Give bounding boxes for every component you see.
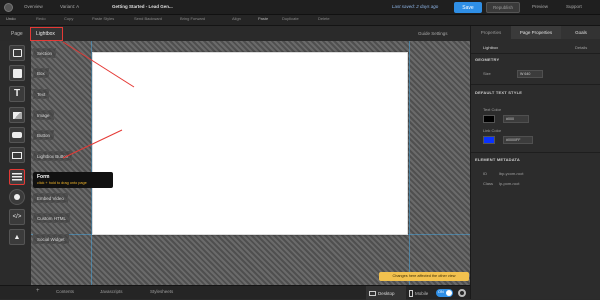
link-color-value: #0000FF bbox=[506, 138, 521, 142]
tooltip-subtitle: click + hold to drag onto page bbox=[37, 181, 87, 185]
link-color-input[interactable]: #0000FF bbox=[503, 136, 533, 144]
text-color-value: #000 bbox=[506, 117, 514, 121]
properties-panel: Properties Page Properties Goals Lightbo… bbox=[379, 26, 600, 299]
divider bbox=[471, 84, 600, 85]
mobile-view-button[interactable]: Mobile bbox=[406, 286, 436, 300]
notice-banner: Changes here affected the other view bbox=[379, 272, 469, 281]
desktop-view-button[interactable]: Desktop bbox=[366, 286, 406, 300]
bottom-bar: + Contents Javascripts Stylesheets Deskt… bbox=[0, 285, 470, 300]
divider bbox=[471, 53, 600, 54]
text-color-swatch[interactable] bbox=[483, 115, 495, 123]
details-link[interactable]: Details bbox=[575, 45, 587, 50]
class-label: Class bbox=[483, 181, 494, 186]
size-label: Size bbox=[483, 71, 491, 76]
mobile-toggle[interactable]: ON bbox=[436, 289, 453, 297]
default-text-style-heading[interactable]: DEFAULT TEXT STYLE bbox=[475, 90, 522, 95]
annotation-line-bottom bbox=[62, 129, 123, 159]
tab-goals-label: Goals bbox=[575, 30, 587, 35]
annotation-line-top bbox=[62, 41, 135, 88]
desktop-label: Desktop bbox=[378, 290, 395, 296]
tooltip-title: Form bbox=[37, 174, 50, 180]
id-value: lbp-ycom-root bbox=[499, 171, 524, 176]
element-metadata-heading[interactable]: ELEMENT METADATA bbox=[475, 157, 520, 162]
mobile-label: Mobile bbox=[415, 290, 429, 296]
size-w-label: W bbox=[520, 72, 524, 76]
stylesheets-tab[interactable]: Stylesheets bbox=[150, 289, 173, 294]
link-color-label: Link Color bbox=[483, 128, 502, 133]
toggle-label: ON bbox=[438, 290, 444, 294]
geometry-heading[interactable]: GEOMETRY bbox=[475, 57, 499, 62]
javascripts-tab[interactable]: Javascripts bbox=[100, 289, 123, 294]
tab-page-properties[interactable]: Page Properties bbox=[511, 26, 561, 39]
id-label: ID bbox=[483, 171, 487, 176]
desktop-icon bbox=[369, 290, 376, 296]
contents-tab[interactable]: Contents bbox=[56, 289, 74, 294]
text-color-label: Text Color bbox=[483, 107, 502, 112]
divider bbox=[471, 152, 600, 153]
tab-page-properties-label: Page Properties bbox=[519, 30, 553, 35]
lightbox-title: Lightbox bbox=[483, 45, 499, 50]
mobile-icon bbox=[409, 289, 413, 297]
size-width-input[interactable]: W 640 bbox=[517, 70, 543, 78]
class-value: lp-pom-root bbox=[499, 181, 520, 186]
link-color-swatch[interactable] bbox=[483, 136, 495, 144]
settings-gear-icon[interactable] bbox=[458, 289, 466, 297]
tab-properties[interactable]: Properties bbox=[471, 26, 511, 39]
tab-goals[interactable]: Goals bbox=[561, 26, 600, 39]
tab-properties-label: Properties bbox=[480, 30, 502, 35]
add-icon[interactable]: + bbox=[36, 288, 40, 294]
text-color-input[interactable]: #000 bbox=[503, 115, 529, 123]
size-value: 640 bbox=[524, 72, 531, 76]
form-tooltip: Form click + hold to drag onto page bbox=[33, 172, 113, 188]
notice-text: Changes here affected the other view bbox=[392, 274, 456, 278]
toggle-knob bbox=[446, 290, 452, 296]
